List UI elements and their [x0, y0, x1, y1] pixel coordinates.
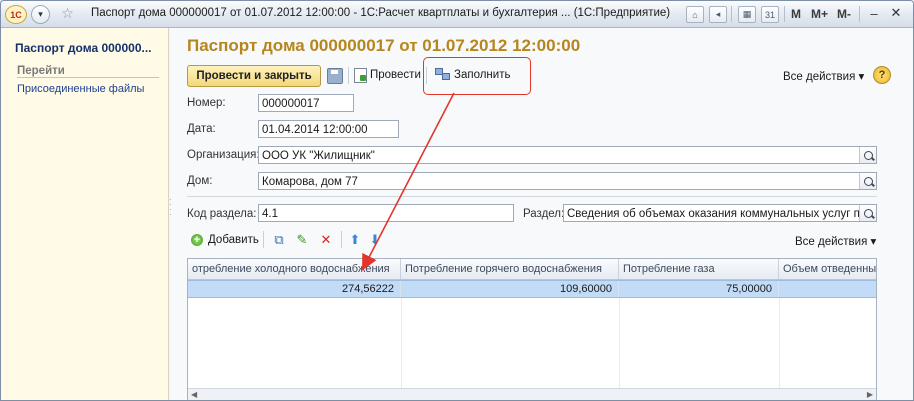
back-icon[interactable]: ◂	[709, 6, 727, 23]
section-label: Раздел:	[523, 208, 565, 220]
scroll-left-icon[interactable]: ◀	[191, 390, 197, 399]
memory-plus-button[interactable]: M+	[811, 7, 828, 21]
organization-field[interactable]: ООО УК "Жилищник"	[258, 146, 877, 164]
grid-line	[779, 298, 780, 389]
search-icon[interactable]	[859, 147, 876, 163]
scroll-right-icon[interactable]: ▶	[867, 390, 873, 399]
divider	[263, 231, 264, 248]
column-header[interactable]: отребление холодного водоснабжения	[188, 259, 401, 279]
number-label: Номер:	[187, 97, 226, 109]
divider	[784, 6, 785, 22]
table-row[interactable]: 274,56222 109,60000 75,00000	[188, 280, 876, 298]
home-icon[interactable]: ⌂	[686, 6, 704, 23]
nav-section-header: Перейти	[17, 65, 65, 77]
date-label: Дата:	[187, 123, 216, 135]
section-field[interactable]: Сведения об объемах оказания коммунальны…	[563, 204, 877, 222]
1c-logo-icon[interactable]: 1С	[5, 5, 27, 24]
memory-minus-button[interactable]: M-	[837, 7, 851, 21]
divider	[187, 196, 877, 197]
divider	[859, 6, 860, 22]
all-actions-label: Все действия	[795, 236, 868, 248]
organization-value: ООО УК "Жилищник"	[262, 150, 375, 162]
move-down-icon[interactable]: ⬇	[368, 232, 382, 247]
house-value: Комарова, дом 77	[262, 176, 358, 188]
table-all-actions-menu[interactable]: Все действия ▾	[795, 234, 876, 248]
section-code-field[interactable]: 4.1	[258, 204, 514, 222]
divider	[17, 77, 159, 78]
copy-icon[interactable]: ⧉	[272, 232, 286, 247]
date-field[interactable]: 01.04.2014 12:00:00	[258, 120, 399, 138]
memory-m-button[interactable]: M	[791, 7, 801, 21]
organization-label: Организация:	[187, 149, 260, 161]
add-row-button[interactable]: Добавить	[208, 234, 259, 246]
navigation-panel: Паспорт дома 000000... Перейти Присоедин…	[1, 28, 169, 400]
edit-icon[interactable]: ✎	[295, 232, 309, 247]
post-icon[interactable]	[354, 68, 367, 83]
divider	[731, 6, 732, 22]
attached-files-link[interactable]: Присоединенные файлы	[17, 83, 144, 95]
table-cell[interactable]	[779, 281, 876, 297]
annotation-highlight-box	[423, 57, 531, 95]
search-icon[interactable]	[859, 205, 876, 221]
grid-line	[401, 298, 402, 389]
star-icon[interactable]: ☆	[59, 5, 76, 22]
table-cell[interactable]: 109,60000	[401, 281, 619, 297]
nav-panel-title[interactable]: Паспорт дома 000000...	[15, 41, 165, 55]
table-header: отребление холодного водоснабжения Потре…	[188, 259, 876, 280]
document-form: Паспорт дома 000000017 от 01.07.2012 12:…	[171, 28, 913, 400]
page-title: Паспорт дома 000000017 от 01.07.2012 12:…	[187, 36, 581, 55]
all-actions-menu[interactable]: Все действия ▾	[783, 69, 864, 83]
title-bar: 1С ▾ ☆ Паспорт дома 000000017 от 01.07.2…	[1, 1, 913, 28]
chevron-down-icon[interactable]: ▾	[31, 5, 50, 24]
grid-line	[619, 298, 620, 389]
calendar-icon[interactable]: 31	[761, 6, 779, 23]
column-header[interactable]: Потребление газа	[619, 259, 779, 279]
house-label: Дом:	[187, 175, 213, 187]
window-title: Паспорт дома 000000017 от 01.07.2012 12:…	[91, 7, 671, 19]
all-actions-label: Все действия	[783, 71, 856, 83]
search-icon[interactable]	[859, 173, 876, 189]
move-up-icon[interactable]: ⬆	[348, 232, 362, 247]
delete-icon[interactable]: ✕	[319, 232, 333, 247]
chevron-down-icon: ▾	[870, 236, 877, 248]
section-value: Сведения об объемах оказания коммунальны…	[567, 208, 877, 220]
post-button[interactable]: Провести	[370, 69, 421, 81]
table-cell[interactable]: 75,00000	[619, 281, 779, 297]
post-and-close-button[interactable]: Провести и закрыть	[187, 65, 321, 87]
add-icon[interactable]: +	[191, 234, 203, 246]
calculator-icon[interactable]: ▦	[738, 6, 756, 23]
column-header[interactable]: Объем отведенных	[779, 259, 876, 279]
section-code-label: Код раздела:	[187, 208, 257, 220]
data-table[interactable]: отребление холодного водоснабжения Потре…	[187, 258, 877, 400]
help-icon[interactable]: ?	[873, 66, 891, 84]
table-cell[interactable]: 274,56222	[188, 281, 401, 297]
chevron-down-icon: ▾	[858, 71, 865, 83]
app-window: 1С ▾ ☆ Паспорт дома 000000017 от 01.07.2…	[0, 0, 914, 401]
house-field[interactable]: Комарова, дом 77	[258, 172, 877, 190]
minimize-icon[interactable]: –	[865, 4, 883, 22]
close-icon[interactable]: ✕	[887, 4, 905, 22]
column-header[interactable]: Потребление горячего водоснабжения	[401, 259, 619, 279]
divider	[341, 231, 342, 248]
save-icon[interactable]	[327, 68, 343, 84]
divider	[348, 67, 349, 84]
horizontal-scrollbar[interactable]: ◀ ▶	[188, 388, 876, 400]
number-field[interactable]: 000000017	[258, 94, 354, 112]
